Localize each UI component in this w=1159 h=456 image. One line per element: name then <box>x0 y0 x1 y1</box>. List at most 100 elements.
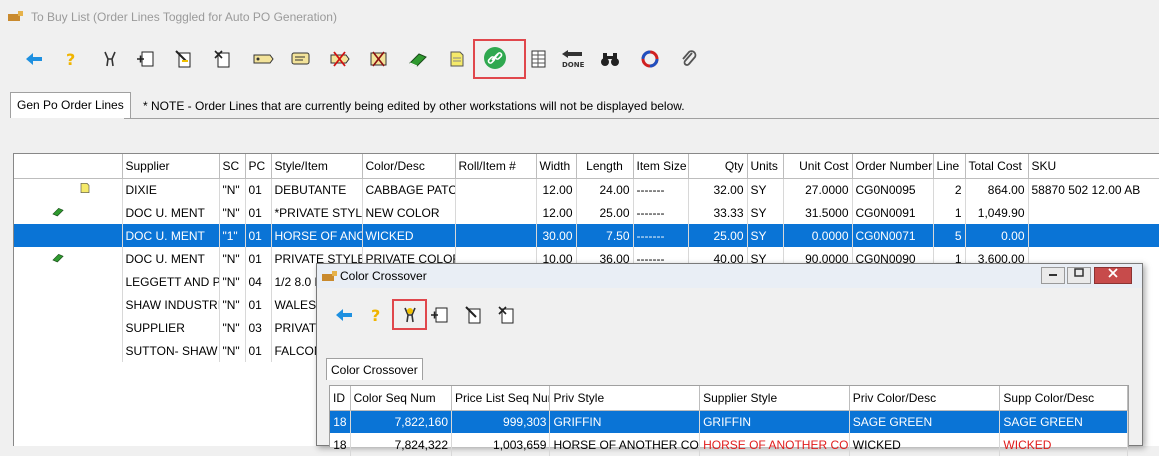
col-unit-cost[interactable]: Unit Cost <box>783 154 853 179</box>
eraser-icon[interactable] <box>405 46 431 72</box>
cell-sc: "N" <box>219 339 246 362</box>
cell-sku: 58870 502 12.00 AB <box>1028 178 1159 201</box>
cell-supp-color: WICKED <box>999 433 1128 456</box>
window-title-bar: To Buy List (Order Lines Toggled for Aut… <box>0 0 1159 34</box>
notes-icon[interactable] <box>288 46 314 72</box>
note-text: * NOTE - Order Lines that are currently … <box>143 99 685 113</box>
delete-document-icon[interactable] <box>494 302 520 328</box>
eraser-icon <box>51 206 65 220</box>
row-icon-cell <box>14 224 123 247</box>
col-style-item[interactable]: Style/Item <box>271 154 363 179</box>
col-sc[interactable]: SC <box>219 154 246 179</box>
cell-supplier: SUTTON- SHAW <box>122 339 220 362</box>
close-button[interactable] <box>1094 267 1132 284</box>
col-roll-item[interactable]: Roll/Item # <box>455 154 537 179</box>
table-row[interactable]: DOC U. MENT"1"01HORSE OF ANOTHERWICKED 30… <box>14 224 1159 247</box>
col-color-seq-num[interactable]: Color Seq Num <box>350 386 453 411</box>
cell-qty: 25.00 <box>688 224 748 247</box>
sticky-note-icon[interactable] <box>444 46 470 72</box>
back-arrow-icon[interactable] <box>21 46 47 72</box>
cell-pc: 01 <box>245 339 272 362</box>
col-total-cost[interactable]: Total Cost <box>965 154 1029 179</box>
col-length[interactable]: Length <box>576 154 634 179</box>
col-order-number[interactable]: Order Number <box>852 154 934 179</box>
row-icon-cell <box>14 178 123 201</box>
col-supplier-style[interactable]: Supplier Style <box>699 386 850 411</box>
table-row[interactable]: DOC U. MENT "N" 01 *PRIVATE STYLE NEW COLOR 1… <box>14 201 1159 224</box>
cancel-tag-icon[interactable] <box>327 46 353 72</box>
col-units[interactable]: Units <box>747 154 784 179</box>
cell-supplier: DIXIE <box>122 178 220 201</box>
add-document-icon[interactable] <box>427 302 453 328</box>
row-icon-cell <box>14 201 123 224</box>
tab-gen-po-order-lines[interactable]: Gen Po Order Lines <box>10 92 131 118</box>
col-supplier[interactable]: Supplier <box>122 154 220 179</box>
cell-sc: "N" <box>219 247 246 270</box>
cell-unit-cost: 27.0000 <box>783 178 853 201</box>
help-icon[interactable]: ? <box>58 46 84 72</box>
col-qty[interactable]: Qty <box>688 154 748 179</box>
cell-length: 25.00 <box>576 201 634 224</box>
cell-line: 1 <box>933 201 966 224</box>
cell-supplier: SUPPLIER <box>122 316 220 339</box>
row-icon-cell <box>14 339 123 362</box>
cell-size: ------- <box>633 224 689 247</box>
col-priv-style[interactable]: Priv Style <box>549 386 701 411</box>
cell-unit-cost: 31.5000 <box>783 201 853 224</box>
help-icon[interactable]: ? <box>363 302 389 328</box>
maximize-button[interactable] <box>1067 267 1091 284</box>
cell-width: 12.00 <box>536 201 577 224</box>
paperclip-icon[interactable] <box>676 46 702 72</box>
dialog-app-icon <box>322 271 337 281</box>
cell-pc: 01 <box>245 293 272 316</box>
cell-style: DEBUTANTE <box>271 178 363 201</box>
table-row[interactable]: 187,824,3221,003,659HORSE OF ANOTHER COL… <box>330 433 1128 456</box>
refresh-icon[interactable] <box>637 46 663 72</box>
svg-text:?: ? <box>66 50 75 68</box>
col-supp-color-desc[interactable]: Supp Color/Desc <box>999 386 1128 411</box>
tools-icon[interactable] <box>97 46 123 72</box>
minimize-button[interactable] <box>1041 267 1065 284</box>
cell-size: ------- <box>633 201 689 224</box>
sticky-note-icon <box>79 183 91 197</box>
tag-icon[interactable] <box>250 46 276 72</box>
col-icon[interactable] <box>14 154 123 179</box>
table-row[interactable]: 18 7,822,160 999,303 GRIFFIN GRIFFIN SAGE GRE… <box>330 410 1128 433</box>
col-sku[interactable]: SKU <box>1028 154 1159 179</box>
cell-supplier: DOC U. MENT <box>122 224 220 247</box>
row-icon-cell <box>14 316 123 339</box>
edit-document-icon[interactable] <box>171 46 197 72</box>
done-icon[interactable]: DONE <box>559 46 585 72</box>
col-item-size[interactable]: Item Size <box>633 154 689 179</box>
edit-document-icon[interactable] <box>461 302 487 328</box>
cell-price-seq: 999,303 <box>451 410 551 433</box>
cell-units: SY <box>747 201 784 224</box>
cell-sc: "N" <box>219 178 246 201</box>
cell-sku <box>1028 224 1159 247</box>
cell-qty: 33.33 <box>688 201 748 224</box>
cell-units: SY <box>747 224 784 247</box>
binoculars-icon[interactable] <box>597 46 623 72</box>
delete-document-icon[interactable] <box>210 46 236 72</box>
col-line[interactable]: Line <box>933 154 966 179</box>
grid-header-row: Supplier SC PC Style/Item Color/Desc Rol… <box>14 154 1159 179</box>
cell-supplier: SHAW INDUSTRIES <box>122 293 220 316</box>
grid-icon[interactable] <box>526 46 552 72</box>
cell-sc: "N" <box>219 316 246 339</box>
col-width[interactable]: Width <box>536 154 577 179</box>
tab-color-crossover[interactable]: Color Crossover <box>326 358 423 380</box>
col-priv-color-desc[interactable]: Priv Color/Desc <box>849 386 1001 411</box>
add-document-icon[interactable] <box>133 46 159 72</box>
col-pc[interactable]: PC <box>245 154 272 179</box>
cell-total: 864.00 <box>965 178 1029 201</box>
cell-qty: 32.00 <box>688 178 748 201</box>
print-tag-icon[interactable] <box>366 46 392 72</box>
cell-units: SY <box>747 178 784 201</box>
col-color-desc[interactable]: Color/Desc <box>362 154 456 179</box>
col-price-list-seq-num[interactable]: Price List Seq Num <box>451 386 551 411</box>
table-row[interactable]: DIXIE"N"01DEBUTANTECABBAGE PATCH 12.0024.… <box>14 178 1159 201</box>
dialog-title-bar[interactable]: Color Crossover <box>317 264 1142 288</box>
col-id[interactable]: ID <box>330 386 351 411</box>
back-arrow-icon[interactable] <box>331 302 357 328</box>
cell-length: 7.50 <box>576 224 634 247</box>
